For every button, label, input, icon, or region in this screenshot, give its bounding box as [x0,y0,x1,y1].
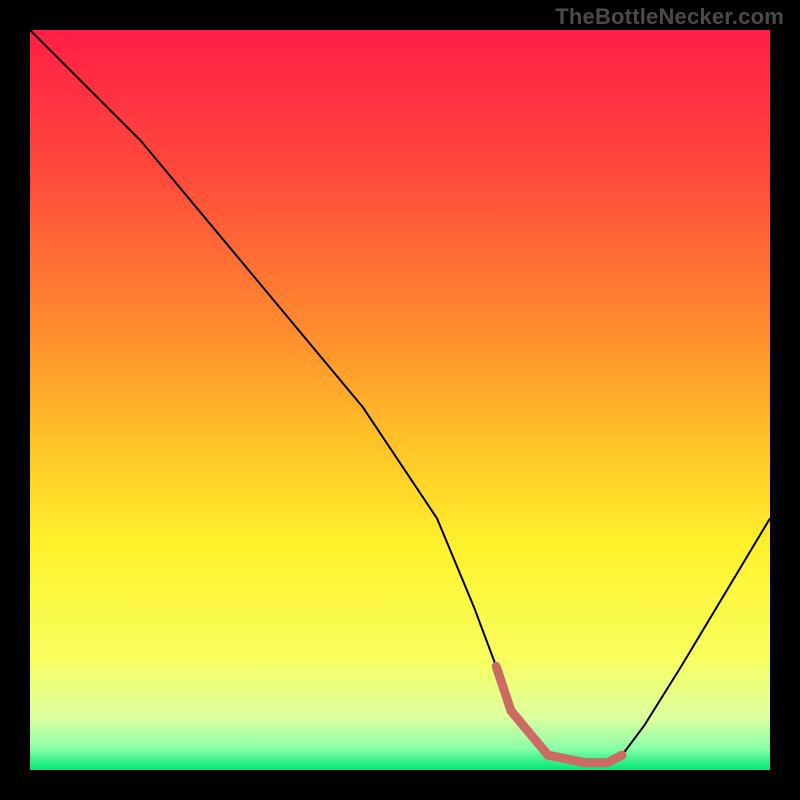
plot-area [30,30,770,770]
chart-container: TheBottleNecker.com [0,0,800,800]
watermark-text: TheBottleNecker.com [555,4,784,30]
chart-svg [30,30,770,770]
